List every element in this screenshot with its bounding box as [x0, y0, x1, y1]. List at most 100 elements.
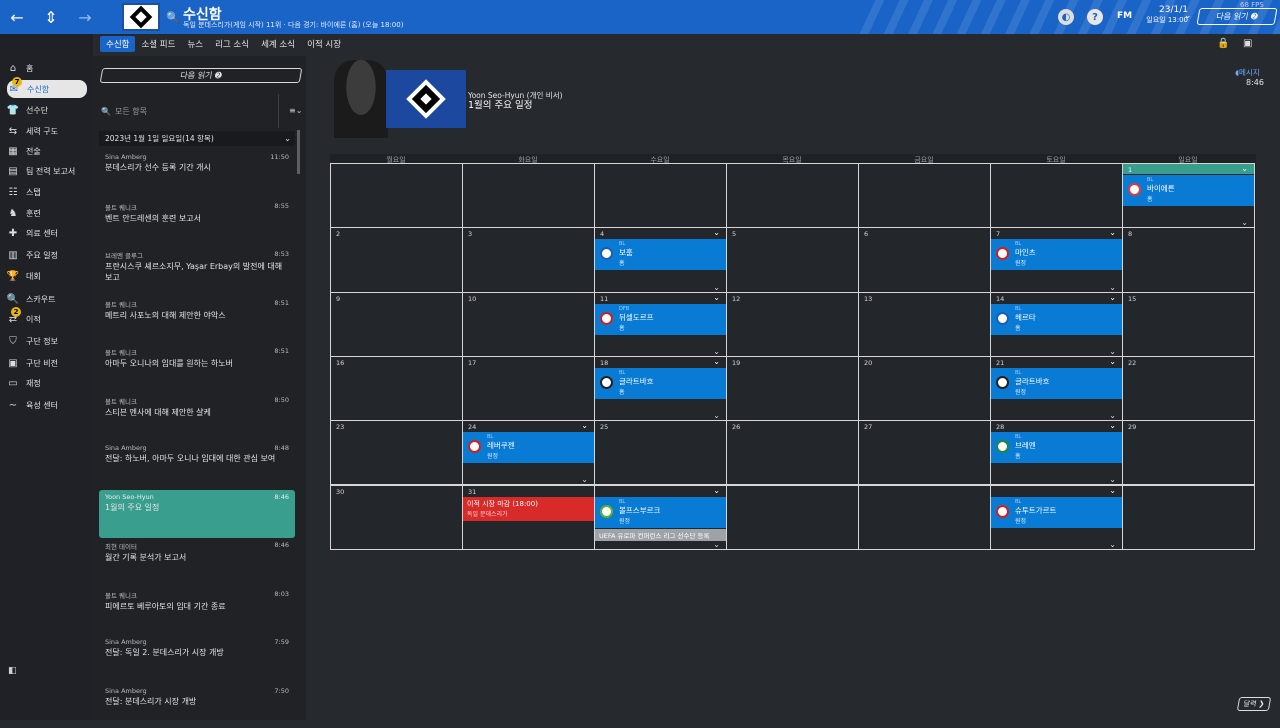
fixture-event[interactable]: BL 글라트바흐 원정 ⌄	[991, 357, 1122, 399]
calendar-day[interactable]: 11 DFB 뒤셀도르프 홈 ⌄ ⌄	[594, 291, 727, 357]
calendar-day[interactable]: 4 BL 보훔 홈 ⌄ ⌄	[594, 227, 727, 293]
calendar-day[interactable]: 5	[726, 227, 859, 293]
calendar-day[interactable]	[726, 484, 859, 550]
search-icon[interactable]: 🔍	[166, 11, 180, 24]
tab-2[interactable]: 뉴스	[181, 36, 209, 52]
calendar-day[interactable]	[726, 162, 859, 229]
message-item[interactable]: 브레멘 클루그 8:53 프란시스쿠 셰르소지무, Yaşar Erbay의 발전에…	[99, 247, 295, 291]
group-header[interactable]: 2023년 1월 1일 일요일(14 항목) ⌄	[99, 131, 295, 146]
search-input[interactable]: 모든 항목	[115, 106, 147, 117]
calendar-day[interactable]: 3	[462, 227, 595, 293]
chevron-down-icon[interactable]: ⌄	[713, 411, 720, 420]
calendar-day[interactable]: 29	[1122, 420, 1255, 486]
calendar-day[interactable]: 7 BL 마인츠 원정 ⌄ ⌄	[990, 227, 1123, 293]
message-item[interactable]: 볼트 퀘니크 8:51 메트리 사포노의 대해 제안한 야악스	[99, 296, 295, 340]
calendar-button[interactable]: 달력 ❯	[1236, 697, 1272, 711]
fixture-event[interactable]: BL 볼프스부르크 원정 ⌄	[595, 486, 726, 528]
calendar-day[interactable]: 15	[1122, 291, 1255, 357]
chevron-down-icon[interactable]: ⌄	[713, 228, 720, 237]
calendar-day[interactable]: 2	[330, 227, 463, 293]
calendar-day[interactable]	[594, 162, 727, 229]
chevron-down-icon[interactable]: ⌄	[1109, 475, 1116, 484]
message-item[interactable]: 볼트 퀘니크 8:51 아마두 오니나의 임대를 원하는 하노버	[99, 344, 295, 388]
forward-arrow-icon[interactable]: →	[68, 0, 102, 34]
calendar-day[interactable]: 27	[858, 420, 991, 486]
chevron-down-icon[interactable]: ⌄	[1109, 357, 1116, 366]
filter-icon[interactable]: ≡⌄	[289, 106, 302, 115]
scrollbar[interactable]	[297, 130, 300, 174]
sidebar-item-shirt[interactable]: 👕 선수단	[6, 101, 92, 119]
calendar-day[interactable]: BL 볼프스부르크 원정 ⌄ ⌄ UEFA 유로파 컨퍼런스 리그 선수단 등록	[594, 484, 727, 550]
calendar-day[interactable]: 19	[726, 355, 859, 422]
calendar-day[interactable]: 17	[462, 355, 595, 422]
uefa-registration-event[interactable]: UEFA 유로파 컨퍼런스 리그 선수단 등록	[595, 528, 726, 541]
calendar-day[interactable]: 25	[594, 420, 727, 486]
bulb-icon[interactable]: ◐	[1058, 9, 1074, 25]
fixture-event[interactable]: BL 브레멘 홈 ⌄	[991, 421, 1122, 464]
fixture-event[interactable]: BL 바이에른 홈 ⌄	[1123, 164, 1254, 206]
calendar-day[interactable]	[1122, 484, 1255, 550]
tab-0[interactable]: 수신함	[100, 36, 136, 52]
calendar-day[interactable]: 14 BL 헤르타 홈 ⌄ ⌄	[990, 291, 1123, 357]
chevron-down-icon[interactable]: ⌄	[1109, 228, 1116, 237]
chevron-down-icon[interactable]: ⌄	[1241, 164, 1248, 173]
continue-button[interactable]: 다음 읽기 ➋	[1196, 8, 1278, 25]
calendar-day[interactable]	[990, 162, 1123, 229]
fixture-event[interactable]: BL 글라트바흐 홈 ⌄	[595, 357, 726, 399]
chevron-down-icon[interactable]: ⌄	[581, 421, 588, 430]
next-read-button[interactable]: 다음 읽기 ➋	[99, 68, 303, 83]
chevron-down-icon[interactable]: ⌄	[713, 486, 720, 495]
calendar-day[interactable]: 10	[462, 291, 595, 357]
chevron-down-icon[interactable]: ⌄	[713, 347, 720, 356]
chevron-down-icon[interactable]: ⌄	[1109, 283, 1116, 292]
calendar-day[interactable]: 30	[330, 484, 463, 550]
back-arrow-icon[interactable]: ←	[0, 0, 34, 34]
chevron-down-icon[interactable]: ⌄	[1109, 486, 1116, 495]
sidebar-item-dynamics[interactable]: ⇆ 세력 구도	[6, 122, 92, 140]
chevron-down-icon[interactable]: ⌄	[1241, 218, 1248, 227]
sidebar-item-club-info[interactable]: ⛉ 구단 정보	[6, 332, 92, 350]
calendar-day[interactable]: 23	[330, 420, 463, 486]
calendar-day[interactable]	[462, 162, 595, 229]
chevron-down-icon[interactable]: ⌄	[1109, 540, 1116, 549]
club-badge[interactable]	[122, 3, 160, 31]
sidebar-item-report[interactable]: ▤ 팀 전력 보고서	[6, 162, 92, 180]
sidebar-item-trophy[interactable]: 🏆 대회	[6, 267, 92, 285]
calendar-day[interactable]: 18 BL 글라트바흐 홈 ⌄ ⌄	[594, 355, 727, 422]
tab-5[interactable]: 이적 시장	[301, 36, 347, 52]
message-link[interactable]: ◖메시지	[1235, 67, 1260, 78]
sidebar-item-staff[interactable]: ☷ 스탭	[6, 183, 92, 201]
calendar-day[interactable]: BL 슈투트가르트 원정 ⌄ ⌄	[990, 484, 1123, 550]
calendar-day[interactable]: 9	[330, 291, 463, 357]
tab-1[interactable]: 소셜 피드	[135, 36, 181, 52]
fixture-event[interactable]: BL 마인츠 원정 ⌄	[991, 228, 1122, 271]
calendar-day[interactable]: 28 BL 브레멘 홈 ⌄ ⌄	[990, 420, 1123, 486]
inbox-search[interactable]: 🔍 모든 항목 ≡⌄	[101, 94, 302, 128]
calendar-day[interactable]: 31 이적 시장 마감 (18:00) 독일 분데스리가	[462, 484, 595, 550]
chevron-down-icon[interactable]: ⌄	[1109, 421, 1116, 430]
chevron-down-icon[interactable]: ⌄	[713, 283, 720, 292]
sidebar-item-finance[interactable]: ▭ 재정	[6, 374, 92, 392]
lock-icon[interactable]: 🔒	[1217, 38, 1229, 49]
tab-4[interactable]: 세계 소식	[255, 36, 301, 52]
fm-logo[interactable]: FM	[1117, 11, 1132, 21]
sidebar-item-scout[interactable]: 🔍 스카우트	[6, 290, 92, 308]
help-icon[interactable]: ?	[1087, 9, 1103, 25]
chevron-down-icon[interactable]: ⌄	[713, 293, 720, 302]
chevron-down-icon[interactable]: ⌄	[713, 357, 720, 366]
camera-icon[interactable]: ▣	[1243, 38, 1252, 49]
calendar-day[interactable]	[858, 484, 991, 550]
deadline-event[interactable]: 이적 시장 마감 (18:00) 독일 분데스리가	[463, 496, 594, 521]
fixture-event[interactable]: BL 슈투트가르트 원정 ⌄	[991, 486, 1122, 528]
fixture-event[interactable]: BL 보훔 홈 ⌄	[595, 228, 726, 271]
message-item[interactable]: Sina Amberg 8:48 전달: 하노버, 아마두 오니나 임대에 대한 관…	[99, 441, 295, 485]
sidebar-item-home[interactable]: ⌂ 홈	[6, 59, 92, 77]
chevron-down-icon[interactable]: ⌄	[1109, 411, 1116, 420]
sidebar-item-club-vision[interactable]: ▣ 구단 비전	[6, 354, 92, 372]
message-item[interactable]: 볼트 퀘니크 8:03 피에르토 베루아토의 임대 기간 종료	[99, 587, 295, 631]
message-item[interactable]: 최현 데이터 8:46 월간 기록 분석가 보고서	[99, 538, 295, 582]
message-item[interactable]: 볼트 퀘니크 8:55 벤트 안드레센의 훈련 보고서	[99, 199, 295, 243]
calendar-day[interactable]: 12	[726, 291, 859, 357]
calendar-day[interactable]: 20	[858, 355, 991, 422]
message-item[interactable]: Sina Amberg 7:50 전달: 분데스리가 시장 개방	[99, 684, 295, 728]
